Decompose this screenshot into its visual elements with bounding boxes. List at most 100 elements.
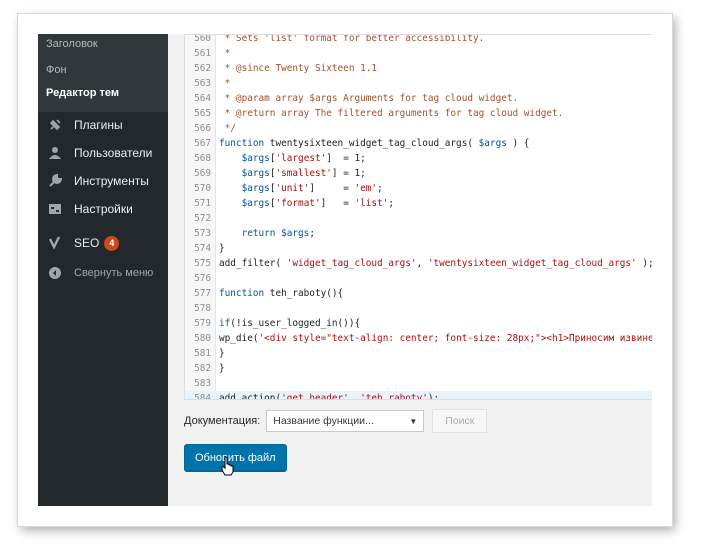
code-line[interactable]: 573 return $args; [185,226,652,241]
code-line[interactable]: 575 add_filter( 'widget_tag_cloud_args', … [185,256,652,271]
yoast-icon [42,236,68,250]
function-name-select[interactable]: Название функции... ▼ [266,410,425,432]
line-number: 571 [194,198,211,209]
submenu-item-theme-editor[interactable]: Редактор тем [46,87,119,99]
screenshot: Заголовок Фон Редактор тем Плагины Польз… [38,34,652,506]
code-line[interactable]: 563 * [185,76,652,91]
line-number: 562 [194,63,211,74]
plug-icon [42,118,68,132]
code-text: return $args; [241,228,315,239]
line-number: 582 [194,363,211,374]
code-text: } [219,348,225,359]
wrench-icon [42,174,68,188]
code-text: $args['format'] = 'list'; [241,198,395,209]
code-text: */ [219,123,236,134]
code-line[interactable]: 580 wp_die('<div style="text-align: cente… [185,331,652,346]
hand-pointer-icon [221,456,234,476]
code-line[interactable]: 570 $args['unit'] = 'em'; [185,181,652,196]
main-content: 560 * Sets 'list' format for better acce… [168,34,652,506]
line-number: 575 [194,258,211,269]
code-text: $args['largest'] = 1; [241,153,366,164]
code-line[interactable]: 574} [185,241,652,256]
code-editor[interactable]: 560 * Sets 'list' format for better acce… [184,34,652,400]
appearance-submenu: Заголовок Фон Редактор тем [38,34,168,112]
line-number: 569 [194,168,211,179]
code-text: * @param array $args Arguments for tag c… [219,93,519,104]
line-number: 579 [194,318,211,329]
line-number: 566 [194,123,211,134]
code-text: $args['unit'] = 'em'; [241,183,383,194]
code-line[interactable]: 578 [185,301,652,316]
code-line[interactable]: 583 [185,376,652,391]
seo-count-badge: 4 [104,235,120,251]
function-select-value: Название функции... [273,415,374,427]
line-number: 568 [194,153,211,164]
submenu-item-header[interactable]: Заголовок [46,38,98,50]
line-number: 583 [194,378,211,389]
code-line[interactable]: 579 if(!is_user_logged_in()){ [185,316,652,331]
torn-paper-frame: Заголовок Фон Редактор тем Плагины Польз… [18,14,672,526]
sidebar-item-tools[interactable]: Инструменты [38,168,168,194]
code-line[interactable]: 572 [185,211,652,226]
sidebar-item-label: SEO [74,236,100,250]
code-text: * @since Twenty Sixteen 1.1 [219,63,378,74]
chevron-down-icon: ▼ [409,416,418,426]
documentation-label: Документация: [184,415,261,427]
line-number: 580 [194,333,211,344]
code-line[interactable]: 566 */ [185,121,652,136]
line-number: 574 [194,243,211,254]
code-text: add_action('get_header', 'teh_raboty'); [219,393,440,400]
line-number: 564 [194,93,211,104]
code-text: * Sets 'list' format for better accessib… [219,34,485,44]
code-line[interactable]: 576 [185,271,652,286]
line-number: 563 [194,78,211,89]
code-line[interactable]: 560 * Sets 'list' format for better acce… [185,34,652,46]
code-line[interactable]: 562 * @since Twenty Sixteen 1.1 [185,61,652,76]
code-text: function teh_raboty(){ [219,288,344,299]
code-line[interactable]: 567 function twentysixteen_widget_tag_clo… [185,136,652,151]
code-text: * @return array The filtered arguments f… [219,108,564,119]
code-text: wp_die('<div style="text-align: center; … [219,333,652,344]
sidebar-item-plugins[interactable]: Плагины [38,112,168,138]
admin-sidebar: Заголовок Фон Редактор тем Плагины Польз… [38,34,168,506]
documentation-row: Документация: Название функции... ▼ Поис… [184,408,488,434]
code-line[interactable]: 564 * @param array $args Arguments for t… [185,91,652,106]
sidebar-item-label: Пользователи [74,146,153,160]
code-text: function twentysixteen_widget_tag_cloud_… [219,138,530,149]
line-number: 573 [194,228,211,239]
sidebar-item-seo[interactable]: SEO 4 [38,230,168,256]
line-number: 570 [194,183,211,194]
code-line[interactable]: 581} [185,346,652,361]
line-number: 565 [194,108,211,119]
sidebar-item-users[interactable]: Пользователи [38,140,168,166]
sidebar-item-label: Инструменты [74,174,149,188]
lookup-button[interactable]: Поиск [432,409,488,433]
line-number: 584 [194,393,211,400]
sidebar-item-label: Плагины [74,118,123,132]
submenu-item-background[interactable]: Фон [46,64,67,76]
code-text: add_filter( 'widget_tag_cloud_args', 'tw… [219,258,652,269]
code-text: $args['smallest'] = 1; [241,168,366,179]
code-line[interactable]: 582} [185,361,652,376]
line-number: 567 [194,138,211,149]
sidebar-item-settings[interactable]: Настройки [38,196,168,222]
code-text: } [219,363,225,374]
code-line[interactable]: 565 * @return array The filtered argumen… [185,106,652,121]
collapse-menu-button[interactable]: Свернуть меню [38,260,168,286]
collapse-menu-label: Свернуть меню [74,267,154,279]
code-line[interactable]: 561 * [185,46,652,61]
code-line[interactable]: 584 add_action('get_header', 'teh_raboty'… [185,391,652,400]
code-line[interactable]: 577 function teh_raboty(){ [185,286,652,301]
code-line[interactable]: 568 $args['largest'] = 1; [185,151,652,166]
line-number: 572 [194,213,211,224]
sidebar-item-label: Настройки [74,202,133,216]
code-text: } [219,243,225,254]
collapse-arrow-icon [42,266,68,280]
line-number: 577 [194,288,211,299]
code-line[interactable]: 571 $args['format'] = 'list'; [185,196,652,211]
line-number: 560 [194,34,211,44]
line-number: 576 [194,273,211,284]
code-text: * [219,48,231,59]
code-text: if(!is_user_logged_in()){ [219,318,361,329]
code-line[interactable]: 569 $args['smallest'] = 1; [185,166,652,181]
